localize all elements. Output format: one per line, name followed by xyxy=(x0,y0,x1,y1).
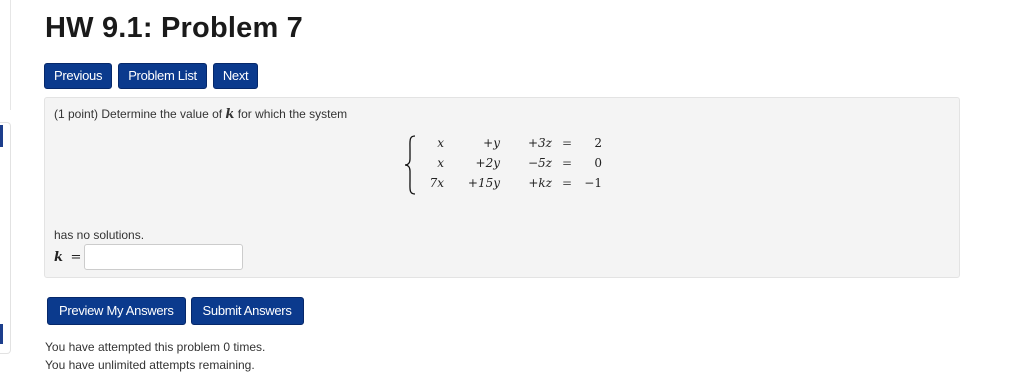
linear-system: x +y +3z = 2 x +2y −5z = 0 7x +15y +kz =… xyxy=(404,135,604,195)
answer-label: k = xyxy=(54,250,84,265)
eq3-rhs: −1 xyxy=(584,176,602,190)
page-title: HW 9.1: Problem 7 xyxy=(45,12,304,44)
problem-conclusion: has no solutions. xyxy=(54,228,145,242)
submit-answers-button[interactable]: Submit Answers xyxy=(190,297,304,325)
eq3-z-term: +kz xyxy=(528,176,552,190)
eq1-x-term: x xyxy=(437,136,444,150)
eq1-rhs: 2 xyxy=(594,136,602,150)
eq2-x-term: x xyxy=(437,156,444,170)
answer-row: k = xyxy=(54,244,243,270)
equation-row-3: 7x +15y +kz = −1 xyxy=(420,176,604,196)
attempt-status: You have attempted this problem 0 times.… xyxy=(45,338,265,374)
preview-answers-button[interactable]: Preview My Answers xyxy=(47,297,186,325)
eq3-y-term: +15y xyxy=(467,176,500,190)
equation-row-1: x +y +3z = 2 xyxy=(420,136,604,156)
left-panel-edge xyxy=(0,122,11,354)
left-brace xyxy=(404,135,416,195)
eq1-equals: = xyxy=(561,136,573,150)
eq3-equals: = xyxy=(561,176,573,190)
eq3-x-term: 7x xyxy=(429,176,444,190)
answer-equals-sign: = xyxy=(70,249,82,265)
left-tab-marker-bottom xyxy=(0,324,3,344)
eq1-y-term: +y xyxy=(483,136,500,150)
problem-nav: Previous Problem List Next xyxy=(44,63,259,89)
submit-bar: Preview My Answers Submit Answers xyxy=(47,297,304,325)
attempts-count-text: You have attempted this problem 0 times. xyxy=(45,340,266,354)
left-tab-marker-top xyxy=(0,125,3,147)
problem-list-button[interactable]: Problem List xyxy=(118,63,207,89)
problem-statement: (1 point) Determine the value of k for w… xyxy=(54,107,347,122)
problem-panel: (1 point) Determine the value of k for w… xyxy=(44,97,960,278)
attempts-remaining-text: You have unlimited attempts remaining. xyxy=(45,358,255,372)
eq2-rhs: 0 xyxy=(594,156,602,170)
problem-intro-text: (1 point) Determine the value of xyxy=(54,107,226,121)
answer-input[interactable] xyxy=(84,244,243,270)
eq2-z-term: −5z xyxy=(527,156,552,170)
eq2-equals: = xyxy=(561,156,573,170)
eq2-y-term: +2y xyxy=(475,156,500,170)
left-sidebar-edge xyxy=(0,0,11,110)
previous-button[interactable]: Previous xyxy=(44,63,113,89)
equation-row-2: x +2y −5z = 0 xyxy=(420,156,604,176)
answer-variable: k xyxy=(54,249,64,265)
next-button[interactable]: Next xyxy=(212,63,259,89)
eq1-z-term: +3z xyxy=(527,136,552,150)
problem-intro-tail: for which the system xyxy=(234,107,348,121)
